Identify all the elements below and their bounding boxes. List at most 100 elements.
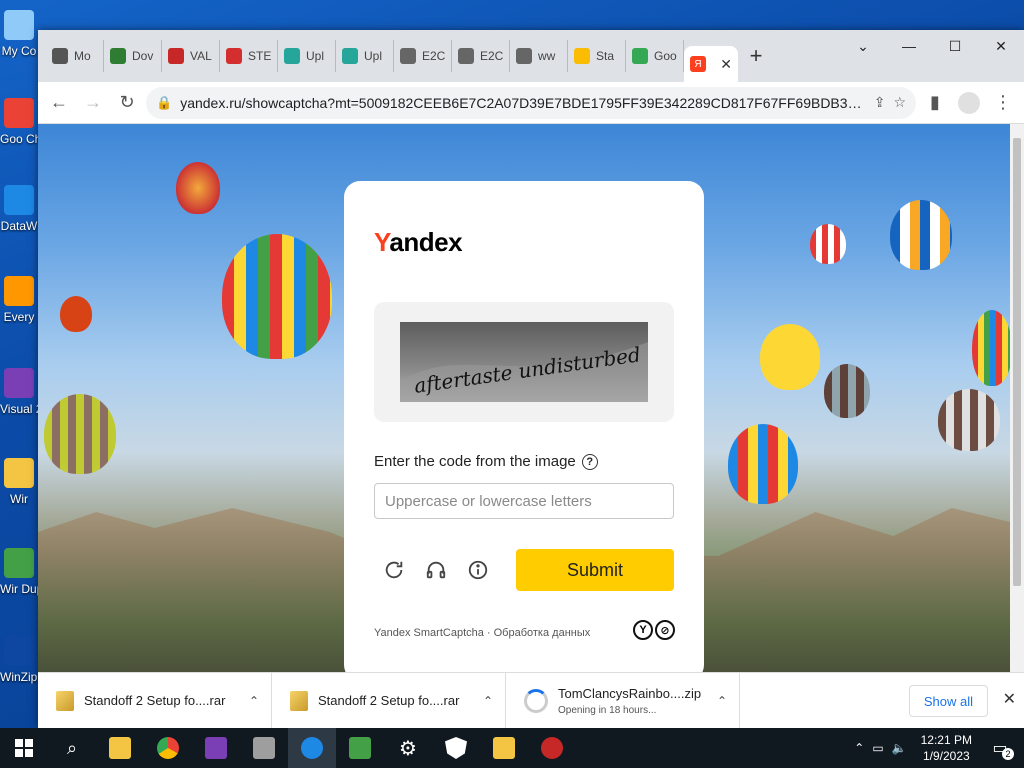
tab-favicon-icon	[342, 48, 358, 64]
balloon-decoration	[60, 296, 92, 332]
browser-tab[interactable]: STE	[220, 40, 278, 72]
url-text[interactable]: yandex.ru/showcaptcha?mt=5009182CEEB6E7C…	[180, 95, 866, 111]
chevron-up-icon[interactable]: ⌃	[854, 741, 864, 755]
clock[interactable]: 12:21 PM 1/9/2023	[915, 732, 978, 764]
download-item[interactable]: Standoff 2 Setup fo....rar ⌃	[38, 672, 272, 729]
balloon-decoration	[222, 234, 332, 359]
maximize-button[interactable]: ☐	[932, 30, 978, 62]
desktop-app-icon	[4, 98, 34, 128]
desktop-icon[interactable]: Goo Chr	[0, 98, 38, 146]
close-shelf-icon[interactable]: ✕	[1003, 689, 1016, 709]
file-explorer-icon[interactable]	[96, 728, 144, 768]
share-icon[interactable]: ⇪	[874, 94, 886, 111]
desktop-icon[interactable]: Visual 20	[0, 368, 38, 416]
clock-date: 1/9/2023	[922, 749, 970, 763]
tab-label: Goo	[654, 49, 677, 63]
tab-search-icon[interactable]: ⌄	[840, 30, 886, 62]
desktop-icon-label: WinZip Mar	[0, 670, 38, 684]
side-panel-icon[interactable]: ▮	[920, 88, 950, 118]
browser-tab[interactable]: VAL	[162, 40, 220, 72]
page-scrollbar[interactable]	[1010, 124, 1024, 672]
submit-button[interactable]: Submit	[516, 549, 674, 591]
download-item[interactable]: Standoff 2 Setup fo....rar ⌃	[272, 672, 506, 729]
back-button[interactable]: ←	[44, 88, 74, 118]
tab-favicon-icon	[458, 48, 474, 64]
browser-tab[interactable]: Mo	[46, 40, 104, 72]
chevron-up-icon[interactable]: ⌃	[717, 694, 727, 708]
network-icon[interactable]: ▭	[872, 741, 883, 755]
notification-icon[interactable]: ▭ 2	[986, 734, 1014, 762]
window-controls: ⌄ — ☐ ✕	[840, 30, 1024, 62]
browser-tab[interactable]: E2C	[452, 40, 510, 72]
close-window-button[interactable]: ✕	[978, 30, 1024, 62]
app-icon[interactable]	[336, 728, 384, 768]
lock-icon[interactable]: 🔒	[156, 95, 172, 111]
captcha-prompt: Enter the code from the image ?	[374, 453, 598, 470]
menu-kebab-icon[interactable]: ⋮	[988, 88, 1018, 118]
start-windows-icon[interactable]	[0, 728, 48, 768]
download-shelf: Standoff 2 Setup fo....rar ⌃ Standoff 2 Se…	[38, 672, 1024, 729]
show-all-button[interactable]: Show all	[908, 685, 988, 717]
app-icon[interactable]	[528, 728, 576, 768]
toolbar: ← → ↻ 🔒 yandex.ru/showcaptcha?mt=5009182…	[38, 82, 1024, 124]
chrome-icon[interactable]	[144, 728, 192, 768]
download-filename: Standoff 2 Setup fo....rar	[318, 693, 460, 708]
tab-favicon-icon	[110, 48, 126, 64]
settings-gear-icon[interactable]: ⚙	[384, 728, 432, 768]
browser-tab[interactable]: Goo	[626, 40, 684, 72]
headphones-icon[interactable]	[424, 558, 448, 582]
browser-tab[interactable]: Upl	[278, 40, 336, 72]
refresh-icon[interactable]	[382, 558, 406, 582]
desktop-icon-label: Visual 20	[0, 402, 38, 416]
help-icon[interactable]: ?	[581, 453, 598, 470]
desktop-icon[interactable]: WinZip Mar	[0, 636, 38, 684]
bookmark-star-icon[interactable]: ☆	[893, 94, 906, 111]
forward-button[interactable]: →	[78, 88, 108, 118]
internet-explorer-icon[interactable]	[288, 728, 336, 768]
browser-tab[interactable]: ww	[510, 40, 568, 72]
desktop-icon-label: Wir Duplic	[0, 582, 38, 596]
balloon-decoration	[176, 162, 220, 214]
desktop-icon[interactable]: Every	[0, 276, 38, 324]
address-bar[interactable]: 🔒 yandex.ru/showcaptcha?mt=5009182CEEB6E…	[146, 86, 916, 119]
archive-icon[interactable]	[480, 728, 528, 768]
chevron-up-icon[interactable]: ⌃	[483, 694, 493, 708]
desktop-icon-label: DataW	[0, 219, 38, 233]
desktop-icon[interactable]: DataW	[0, 185, 38, 233]
tab-label: E2C	[480, 49, 504, 63]
captcha-code-input[interactable]	[374, 483, 674, 519]
download-item[interactable]: TomClancysRainbo....zip Opening in 18 hou…	[506, 672, 740, 729]
desktop-icon-label: Every	[3, 310, 35, 324]
desktop-icon[interactable]: Wir Duplic	[0, 548, 38, 596]
volume-icon[interactable]: 🔈	[892, 741, 907, 755]
tab-active[interactable]: Я ✕	[684, 46, 738, 82]
close-tab-icon[interactable]: ✕	[720, 56, 732, 73]
new-tab-button[interactable]: +	[738, 38, 774, 74]
reload-button[interactable]: ↻	[112, 88, 142, 118]
tab-favicon-icon	[632, 48, 648, 64]
footer-text[interactable]: Yandex SmartCaptcha · Обработка данных	[374, 627, 590, 639]
visual-studio-icon[interactable]	[192, 728, 240, 768]
desktop-icon[interactable]: My Co	[0, 10, 38, 58]
browser-tab[interactable]: Sta	[568, 40, 626, 72]
tab-label: VAL	[190, 49, 212, 63]
profile-avatar[interactable]	[954, 88, 984, 118]
browser-tab[interactable]: Upl	[336, 40, 394, 72]
desktop-icon[interactable]: Wir	[0, 458, 38, 506]
desktop-app-icon	[4, 368, 34, 398]
security-shield-icon[interactable]	[432, 728, 480, 768]
clock-time: 12:21 PM	[920, 733, 972, 747]
browser-tab[interactable]: E2C	[394, 40, 452, 72]
tab-favicon-icon	[516, 48, 532, 64]
info-icon[interactable]	[466, 558, 490, 582]
chevron-up-icon[interactable]: ⌃	[249, 694, 259, 708]
browser-tab[interactable]: Dov	[104, 40, 162, 72]
search-icon[interactable]: ⌕	[48, 728, 96, 768]
desktop-app-icon	[4, 10, 34, 40]
taskbar: ⌕ ⚙ ⌃ ▭ 🔈 12:21 PM 1/9/2023 ▭ 2	[0, 728, 1024, 768]
app-icon[interactable]	[240, 728, 288, 768]
download-info: Standoff 2 Setup fo....rar	[84, 693, 239, 708]
scrollbar-thumb[interactable]	[1013, 138, 1021, 586]
download-filename: Standoff 2 Setup fo....rar	[84, 693, 226, 708]
minimize-button[interactable]: —	[886, 30, 932, 62]
